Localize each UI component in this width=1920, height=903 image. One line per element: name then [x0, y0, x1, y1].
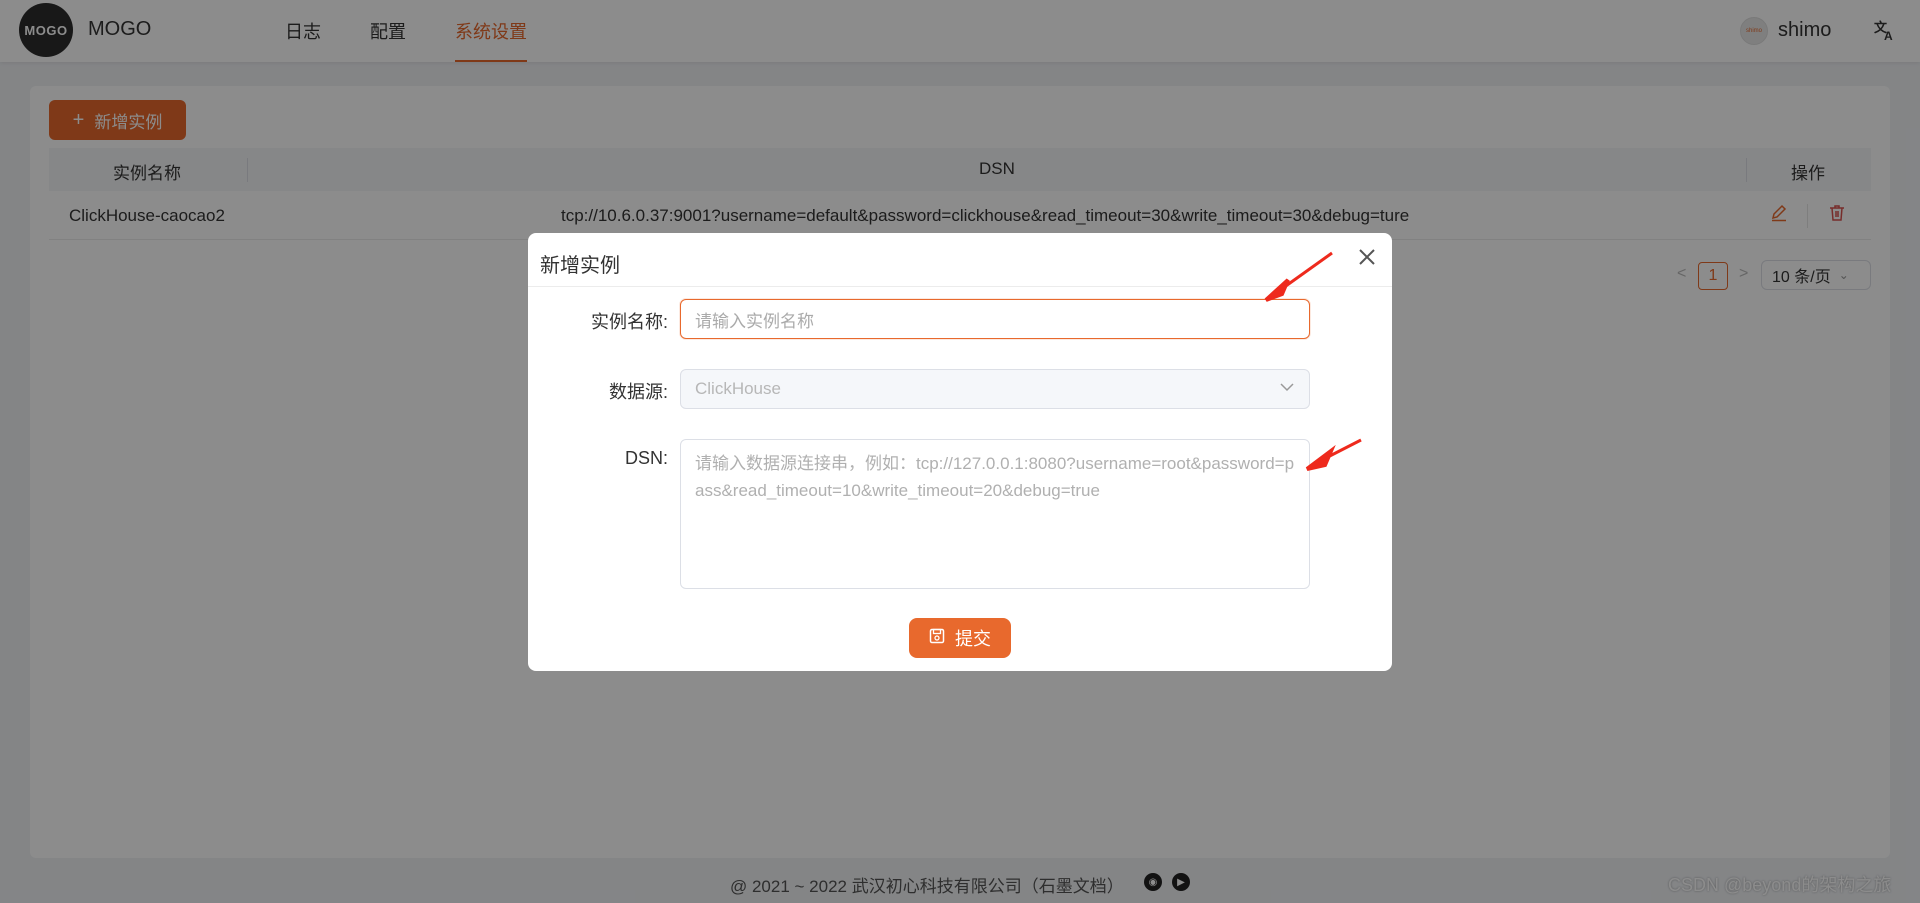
- chevron-down-icon: [1279, 379, 1295, 400]
- datasource-label: 数据源:: [608, 382, 668, 402]
- datasource-select[interactable]: ClickHouse: [680, 369, 1310, 409]
- add-instance-dialog: 新增实例 实例名称: 请输入实例名称 数据源: ClickHouse DSN: …: [528, 233, 1392, 671]
- dialog-title: 新增实例: [540, 255, 620, 277]
- close-icon[interactable]: [1354, 247, 1380, 273]
- instance-name-input[interactable]: 请输入实例名称: [680, 299, 1310, 339]
- instance-name-label: 实例名称:: [590, 312, 668, 332]
- instance-name-placeholder: 请输入实例名称: [695, 311, 814, 331]
- dialog-divider: [528, 286, 1392, 287]
- submit-label: 提交: [955, 629, 991, 649]
- dsn-textarea[interactable]: 请输入数据源连接串，例如：tcp://127.0.0.1:8080?userna…: [680, 439, 1310, 589]
- dsn-label: DSN:: [624, 448, 668, 468]
- dsn-placeholder: 请输入数据源连接串，例如：tcp://127.0.0.1:8080?userna…: [695, 454, 1295, 500]
- submit-button[interactable]: 提交: [909, 618, 1011, 658]
- datasource-value: ClickHouse: [695, 379, 781, 398]
- save-icon: [929, 628, 945, 649]
